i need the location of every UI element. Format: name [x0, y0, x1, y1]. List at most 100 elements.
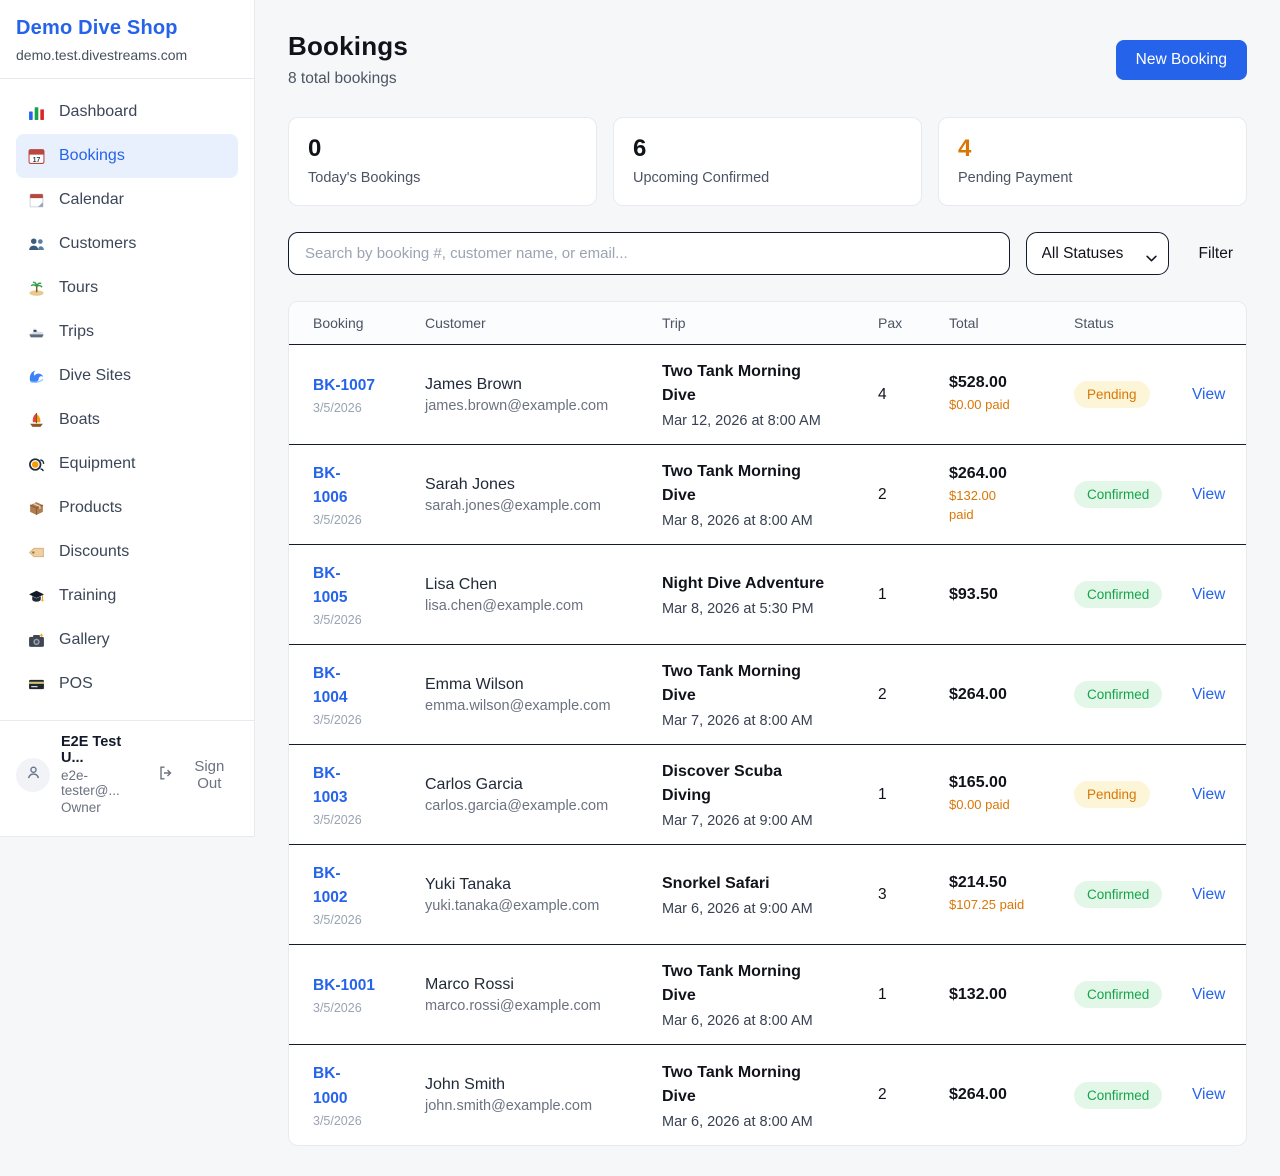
sidebar-item-training[interactable]: Training — [16, 574, 238, 618]
sidebar-item-label: Bookings — [59, 147, 125, 165]
total-amount: $214.50 — [949, 874, 1060, 892]
booking-id-link[interactable]: BK- 1002 — [313, 862, 347, 910]
customer-name: John Smith — [425, 1076, 648, 1094]
view-link[interactable]: View — [1192, 1086, 1225, 1103]
booking-id-link[interactable]: BK-1001 — [313, 974, 375, 998]
booking-id-link[interactable]: BK- 1003 — [313, 762, 347, 810]
customer-email: lisa.chen@example.com — [425, 598, 648, 614]
trip-datetime: Mar 6, 2026 at 8:00 AM — [662, 1013, 864, 1029]
sidebar-item-pos[interactable]: POS — [16, 662, 238, 706]
total-amount: $264.00 — [949, 686, 1060, 704]
sidebar-item-customers[interactable]: Customers — [16, 222, 238, 266]
sidebar-item-products[interactable]: Products — [16, 486, 238, 530]
sidebar-item-dashboard[interactable]: Dashboard — [16, 90, 238, 134]
customer-email: marco.rossi@example.com — [425, 998, 648, 1014]
pax-count: 2 — [878, 486, 949, 504]
sidebar-item-label: Dashboard — [59, 103, 137, 121]
bookings-calendar-icon: 17 — [26, 147, 46, 165]
trip-name: Night Dive Adventure — [662, 572, 864, 596]
trip-name: Two Tank Morning Dive — [662, 660, 864, 708]
dashboard-icon — [26, 103, 46, 121]
customer-email: sarah.jones@example.com — [425, 498, 648, 514]
booking-date: 3/5/2026 — [313, 1114, 411, 1128]
user-email: e2e-tester@... — [61, 768, 147, 798]
table-body: BK-1007 3/5/2026 James Brown james.brown… — [289, 345, 1246, 1145]
status-badge: Confirmed — [1074, 881, 1162, 908]
stats-row: 0 Today's Bookings 6 Upcoming Confirmed … — [288, 117, 1247, 206]
customer-email: carlos.garcia@example.com — [425, 798, 648, 814]
view-link[interactable]: View — [1192, 586, 1225, 603]
view-link[interactable]: View — [1192, 786, 1225, 803]
customer-email: john.smith@example.com — [425, 1098, 648, 1114]
trip-name: Two Tank Morning Dive — [662, 360, 864, 408]
sidebar-item-label: Equipment — [59, 455, 136, 473]
speedboat-icon — [26, 323, 46, 341]
view-link[interactable]: View — [1192, 986, 1225, 1003]
status-badge: Confirmed — [1074, 1082, 1162, 1109]
user-name: E2E Test U... — [61, 734, 147, 766]
status-badge: Confirmed — [1074, 581, 1162, 608]
sidebar-item-dive-sites[interactable]: Dive Sites — [16, 354, 238, 398]
graduation-cap-icon — [26, 587, 46, 605]
customer-name: Lisa Chen — [425, 576, 648, 594]
sidebar-item-calendar[interactable]: Calendar — [16, 178, 238, 222]
stat-card-pending-payment: 4 Pending Payment — [938, 117, 1247, 206]
sidebar-item-gallery[interactable]: Gallery — [16, 618, 238, 662]
col-header-customer: Customer — [425, 315, 662, 331]
avatar — [16, 758, 50, 792]
new-booking-button[interactable]: New Booking — [1116, 40, 1247, 80]
sidebar-item-tours[interactable]: Tours — [16, 266, 238, 310]
booking-id-link[interactable]: BK- 1006 — [313, 462, 347, 510]
booking-id-link[interactable]: BK- 1005 — [313, 562, 347, 610]
col-header-status: Status — [1074, 315, 1192, 331]
trip-name: Discover Scuba Diving — [662, 760, 864, 808]
page-title: Bookings — [288, 31, 408, 62]
customers-icon — [26, 235, 46, 253]
sidebar-item-label: Customers — [59, 235, 136, 253]
svg-text:17: 17 — [32, 156, 40, 163]
sidebar-item-label: Tours — [59, 279, 98, 297]
search-input[interactable] — [288, 232, 1010, 275]
total-amount: $132.00 — [949, 986, 1060, 1004]
sidebar-item-bookings[interactable]: 17 Bookings — [16, 134, 238, 178]
booking-date: 3/5/2026 — [313, 613, 411, 627]
sidebar-item-boats[interactable]: Boats — [16, 398, 238, 442]
customer-name: Carlos Garcia — [425, 776, 648, 794]
trip-datetime: Mar 6, 2026 at 8:00 AM — [662, 1114, 864, 1130]
sidebar-item-trips[interactable]: Trips — [16, 310, 238, 354]
trip-name: Two Tank Morning Dive — [662, 460, 864, 508]
view-link[interactable]: View — [1192, 886, 1225, 903]
view-link[interactable]: View — [1192, 386, 1225, 403]
booking-id-link[interactable]: BK-1007 — [313, 374, 375, 398]
sailboat-icon — [26, 411, 46, 429]
user-footer: E2E Test U... e2e-tester@... Owner Sign … — [0, 720, 254, 836]
col-header-booking: Booking — [313, 315, 425, 331]
stat-label: Upcoming Confirmed — [633, 170, 902, 186]
booking-date: 3/5/2026 — [313, 1001, 411, 1015]
island-icon — [26, 279, 46, 297]
total-amount: $264.00 — [949, 465, 1060, 483]
sidebar-item-discounts[interactable]: Discounts — [16, 530, 238, 574]
wave-icon — [26, 367, 46, 385]
pax-count: 1 — [878, 986, 949, 1004]
trip-datetime: Mar 12, 2026 at 8:00 AM — [662, 413, 864, 429]
total-amount: $528.00 — [949, 374, 1060, 392]
booking-id-link[interactable]: BK- 1004 — [313, 662, 347, 710]
booking-id-link[interactable]: BK- 1000 — [313, 1062, 347, 1110]
trip-datetime: Mar 8, 2026 at 8:00 AM — [662, 513, 864, 529]
stat-label: Today's Bookings — [308, 170, 577, 186]
view-link[interactable]: View — [1192, 686, 1225, 703]
sidebar-item-equipment[interactable]: Equipment — [16, 442, 238, 486]
filter-button[interactable]: Filter — [1185, 245, 1247, 263]
col-header-pax: Pax — [878, 315, 949, 331]
status-filter-select[interactable]: All Statuses — [1026, 232, 1169, 275]
user-role: Owner — [61, 800, 147, 815]
sign-out-button[interactable]: Sign Out — [158, 758, 238, 792]
sidebar-item-label: Boats — [59, 411, 100, 429]
view-link[interactable]: View — [1192, 486, 1225, 503]
status-filter: All Statuses — [1026, 232, 1169, 275]
customer-name: James Brown — [425, 376, 648, 394]
brand-name[interactable]: Demo Dive Shop — [16, 17, 238, 40]
table-row: BK- 1000 3/5/2026 John Smith john.smith@… — [289, 1045, 1246, 1145]
total-amount: $165.00 — [949, 774, 1060, 792]
